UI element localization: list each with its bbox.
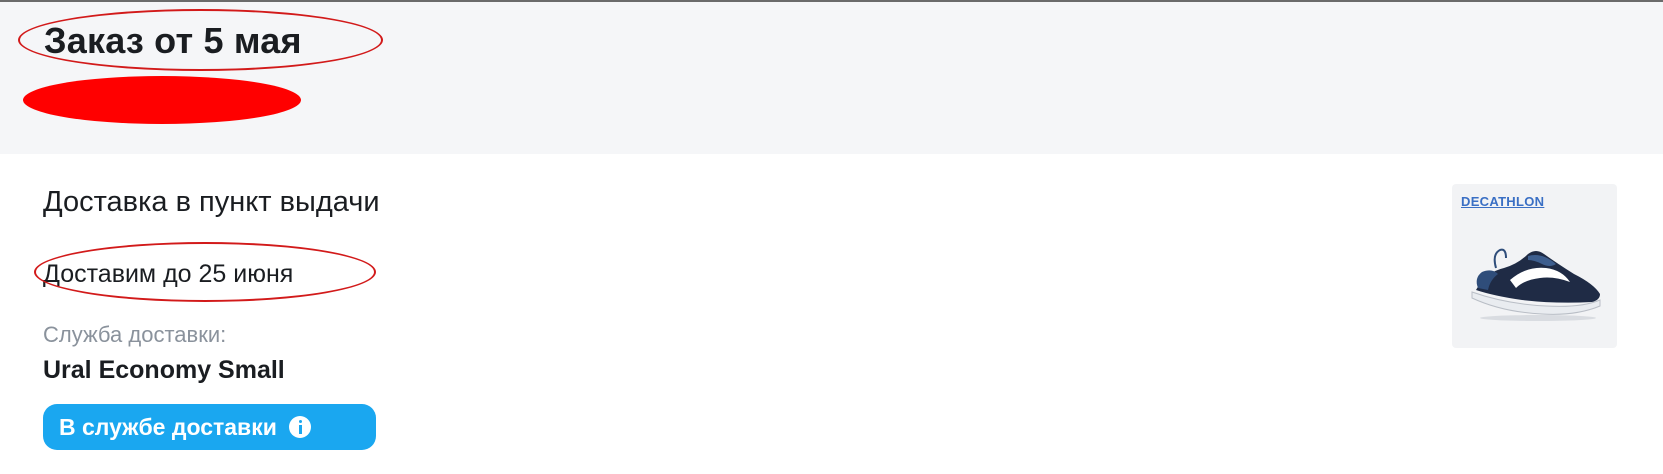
product-thumbnail[interactable]: DECATHLON: [1452, 184, 1617, 348]
status-badge[interactable]: В службе доставки: [43, 404, 376, 450]
brand-label: DECATHLON: [1461, 194, 1545, 209]
date-annotation-oval: [34, 242, 376, 302]
info-icon[interactable]: [288, 416, 311, 438]
redaction-mark: [23, 76, 301, 124]
status-badge-label: В службе доставки: [59, 413, 277, 440]
delivery-type-heading: Доставка в пункт выдачи: [43, 186, 380, 218]
delivery-service-label: Служба доставки:: [43, 322, 227, 347]
running-shoe-icon: [1471, 248, 1601, 321]
title-annotation-oval: [18, 9, 383, 71]
delivery-service-value: Ural Economy Small: [43, 356, 285, 384]
